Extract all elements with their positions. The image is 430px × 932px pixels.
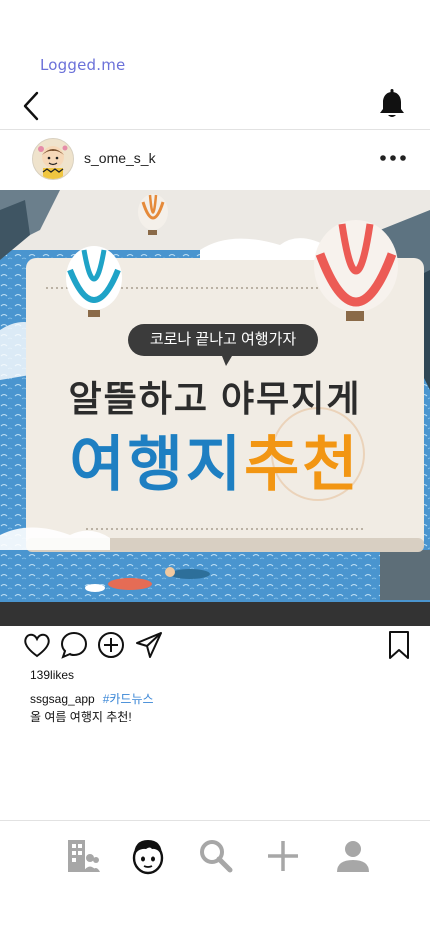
- top-bar: [0, 84, 430, 128]
- character-face-icon: [132, 840, 164, 875]
- banner-headline-line2: 여행지추천: [0, 416, 430, 503]
- tabbar-divider: [0, 820, 430, 821]
- tab-profile[interactable]: [333, 836, 373, 876]
- heart-icon: [24, 633, 50, 658]
- likes-count: 139likes: [30, 668, 75, 682]
- app-title: Logged.me: [40, 56, 126, 74]
- caption-text: 올 여름 여행지 추천!: [30, 710, 132, 724]
- banner-headline-blue: 여행지: [69, 431, 245, 498]
- plus-icon: [268, 841, 298, 871]
- search-icon: [200, 840, 233, 873]
- post-header: s_ome_s_k: [0, 130, 430, 188]
- bottom-tab-bar: [0, 822, 430, 892]
- caption-username[interactable]: ssgsag_app: [30, 692, 95, 706]
- back-arrow-icon: [23, 91, 39, 121]
- share-button[interactable]: [134, 630, 164, 660]
- like-button[interactable]: [22, 630, 52, 660]
- back-button[interactable]: [18, 90, 48, 122]
- bell-icon: [380, 89, 404, 117]
- caption-line: ssgsag_app #카드뉴스: [30, 690, 154, 707]
- add-button[interactable]: [96, 630, 126, 660]
- caption-hashtag[interactable]: #카드뉴스: [103, 692, 154, 706]
- post-image[interactable]: 코로나 끝나고 여행가자 알뜰하고 야무지게 여행지추천: [0, 190, 430, 626]
- banner-headline-orange: 추천: [244, 431, 361, 498]
- notifications-button[interactable]: [378, 88, 406, 120]
- tab-search[interactable]: [196, 836, 236, 876]
- tab-create[interactable]: [263, 836, 303, 876]
- avatar-image: [33, 139, 73, 179]
- plus-circle-icon: [98, 632, 124, 658]
- more-options-button[interactable]: [378, 148, 408, 168]
- post-actions: [0, 628, 430, 664]
- banner-pill: 코로나 끝나고 여행가자: [128, 324, 318, 356]
- more-dots-icon: [380, 155, 406, 161]
- comment-icon: [60, 631, 88, 659]
- comment-button[interactable]: [59, 630, 89, 660]
- person-icon: [337, 841, 369, 872]
- save-button[interactable]: [384, 630, 414, 660]
- tab-feed[interactable]: [63, 836, 103, 876]
- bookmark-icon: [389, 631, 409, 659]
- send-icon: [136, 632, 162, 658]
- building-icon: [68, 840, 100, 872]
- avatar[interactable]: [32, 138, 74, 180]
- banner-headline-line1: 알뜰하고 야무지게: [68, 378, 362, 419]
- tab-my-character[interactable]: [128, 836, 168, 876]
- post-username[interactable]: s_ome_s_k: [84, 150, 156, 166]
